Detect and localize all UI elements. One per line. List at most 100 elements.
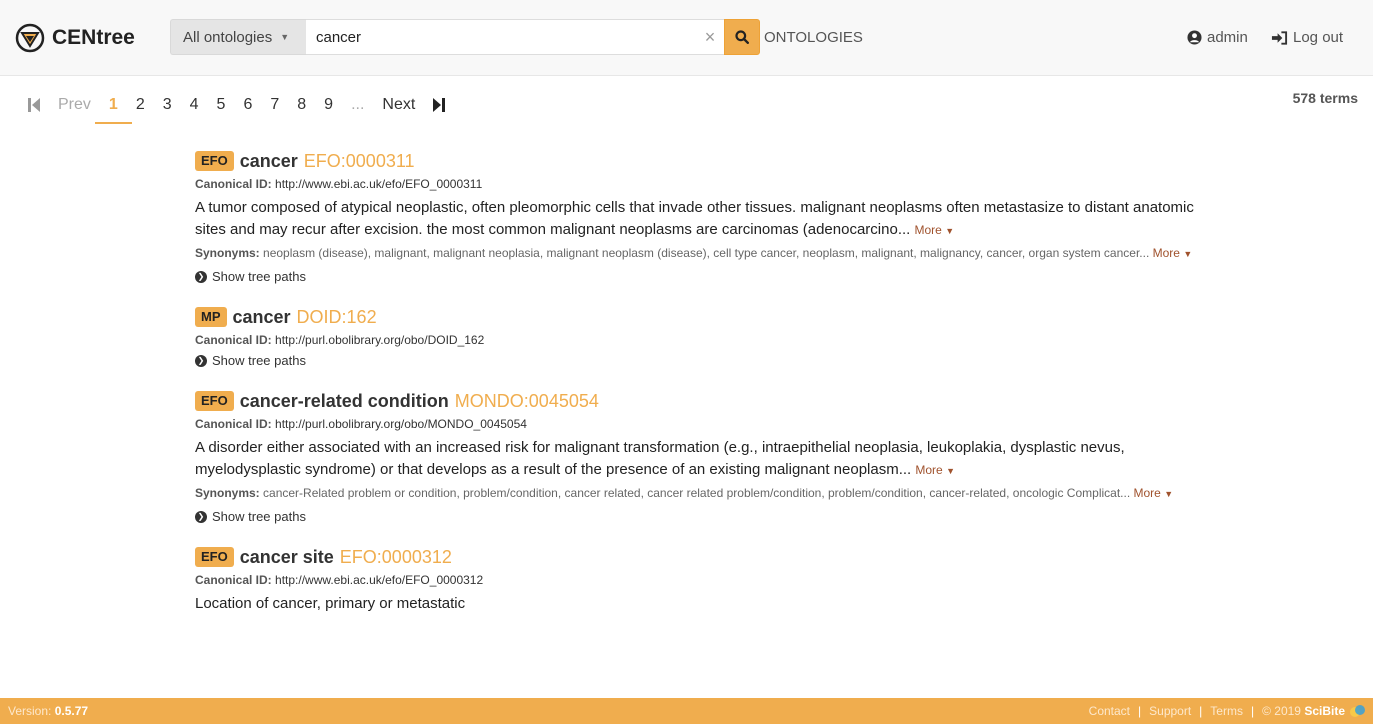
canonical-value: http://purl.obolibrary.org/obo/DOID_162 xyxy=(275,333,485,347)
result-title: EFO cancer EFO:0000311 xyxy=(195,150,1195,172)
page-6-button[interactable]: 6 xyxy=(243,96,252,114)
support-link[interactable]: Support xyxy=(1149,704,1191,718)
synonyms-more-link[interactable]: More ▼ xyxy=(1153,246,1193,260)
page-3-button[interactable]: 3 xyxy=(163,96,172,114)
canonical-id: Canonical ID: http://purl.obolibrary.org… xyxy=(195,333,1195,347)
admin-label: admin xyxy=(1207,29,1248,46)
term-label-link[interactable]: cancer site xyxy=(240,547,334,568)
more-label: More xyxy=(1133,486,1161,500)
synonyms-text: cancer-Related problem or condition, pro… xyxy=(263,486,1131,500)
term-id-link[interactable]: EFO:0000312 xyxy=(340,547,452,568)
term-label-link[interactable]: cancer xyxy=(233,307,291,328)
footer: Version: 0.5.77 Contact | Support | Term… xyxy=(0,698,1373,724)
page-9-button[interactable]: 9 xyxy=(324,96,333,114)
centree-logo-icon xyxy=(15,23,45,53)
synonyms-text: neoplasm (disease), malignant, malignant… xyxy=(263,246,1150,260)
term-id-link[interactable]: MONDO:0045054 xyxy=(455,391,599,412)
brand[interactable]: CENtree xyxy=(15,20,135,56)
show-tree-paths-link[interactable]: ❯ Show tree paths xyxy=(195,509,1195,524)
more-label: More xyxy=(914,223,942,237)
nav-admin-link[interactable]: admin xyxy=(1187,29,1248,46)
show-tree-paths-link[interactable]: ❯ Show tree paths xyxy=(195,353,1195,368)
version-number: 0.5.77 xyxy=(54,704,89,718)
search-input[interactable] xyxy=(306,19,696,55)
synonyms-label: Synonyms: xyxy=(195,486,260,500)
synonyms-more-link[interactable]: More ▼ xyxy=(1134,486,1174,500)
description-text: Location of cancer, primary or metastati… xyxy=(195,595,466,612)
ontology-badge: EFO xyxy=(195,151,234,171)
description-more-link[interactable]: More ▼ xyxy=(915,223,955,237)
ontology-badge: EFO xyxy=(195,391,234,411)
first-page-button[interactable] xyxy=(28,97,40,113)
logout-link[interactable]: Log out xyxy=(1271,29,1343,46)
result-item: EFO cancer-related condition MONDO:00450… xyxy=(195,390,1195,524)
synonyms-label: Synonyms: xyxy=(195,246,260,260)
pagination-ellipsis: ... xyxy=(351,96,365,113)
ontology-select[interactable]: All ontologies ▼ xyxy=(170,19,306,55)
contact-link[interactable]: Contact xyxy=(1089,704,1130,718)
result-item: EFO cancer EFO:0000311 Canonical ID: htt… xyxy=(195,150,1195,284)
clear-search-button[interactable]: × xyxy=(696,19,724,55)
footer-divider: | xyxy=(1138,704,1142,718)
page-5-button[interactable]: 5 xyxy=(217,96,226,114)
brand-name: CENtree xyxy=(52,26,135,49)
show-tree-label: Show tree paths xyxy=(212,269,306,284)
term-description: A tumor composed of atypical neoplastic,… xyxy=(195,197,1195,242)
page-4-button[interactable]: 4 xyxy=(190,96,199,114)
logout-label: Log out xyxy=(1293,29,1344,46)
description-more-link[interactable]: More ▼ xyxy=(915,463,955,477)
show-tree-label: Show tree paths xyxy=(212,353,306,368)
canonical-value: http://www.ebi.ac.uk/efo/EFO_0000311 xyxy=(275,177,483,191)
terms-link[interactable]: Terms xyxy=(1210,704,1243,718)
chevron-right-circle-icon: ❯ xyxy=(195,270,207,283)
canonical-label: Canonical ID: xyxy=(195,417,272,431)
ontology-select-label: All ontologies xyxy=(183,28,273,46)
last-page-button[interactable] xyxy=(433,97,446,113)
term-label-link[interactable]: cancer xyxy=(240,151,298,172)
term-count: 578 terms xyxy=(1292,90,1358,106)
show-tree-paths-link[interactable]: ❯ Show tree paths xyxy=(195,269,1195,284)
result-title: MP cancer DOID:162 xyxy=(195,306,1195,328)
term-id-link[interactable]: DOID:162 xyxy=(297,307,377,328)
navbar: CENtree All ontologies ▼ × ONTOLOGIES ad… xyxy=(0,0,1373,76)
prev-page-button[interactable]: Prev xyxy=(58,96,91,114)
ontology-badge: EFO xyxy=(195,547,234,567)
next-page-button[interactable]: Next xyxy=(382,96,415,114)
footer-links: Contact | Support | Terms | © 2019 SciBi… xyxy=(1089,698,1365,724)
company-name[interactable]: SciBite xyxy=(1304,704,1345,718)
nav-ontologies-link[interactable]: ONTOLOGIES xyxy=(764,29,863,46)
caret-down-icon: ▼ xyxy=(1164,489,1174,499)
canonical-label: Canonical ID: xyxy=(195,177,272,191)
result-item: EFO cancer site EFO:0000312 Canonical ID… xyxy=(195,546,1195,615)
caret-down-icon: ▼ xyxy=(280,32,290,42)
result-title: EFO cancer-related condition MONDO:00450… xyxy=(195,390,1195,412)
ontology-badge: MP xyxy=(195,307,227,327)
term-id-link[interactable]: EFO:0000311 xyxy=(304,151,415,172)
canonical-id: Canonical ID: http://www.ebi.ac.uk/efo/E… xyxy=(195,573,1195,587)
result-title: EFO cancer site EFO:0000312 xyxy=(195,546,1195,568)
page-8-button[interactable]: 8 xyxy=(297,96,306,114)
version-info: Version: 0.5.77 xyxy=(8,704,88,718)
canonical-id: Canonical ID: http://purl.obolibrary.org… xyxy=(195,417,1195,431)
term-description: A disorder either associated with an inc… xyxy=(195,437,1195,482)
last-page-icon xyxy=(433,98,446,112)
canonical-id: Canonical ID: http://www.ebi.ac.uk/efo/E… xyxy=(195,177,1195,191)
results-list: EFO cancer EFO:0000311 Canonical ID: htt… xyxy=(195,150,1195,637)
result-item: MP cancer DOID:162 Canonical ID: http://… xyxy=(195,306,1195,368)
canonical-label: Canonical ID: xyxy=(195,333,272,347)
term-label-link[interactable]: cancer-related condition xyxy=(240,391,449,412)
page-1-button[interactable]: 1 xyxy=(95,96,132,124)
search-button[interactable] xyxy=(724,19,760,55)
page-2-button[interactable]: 2 xyxy=(136,96,145,114)
close-icon: × xyxy=(704,26,716,47)
page-7-button[interactable]: 7 xyxy=(270,96,279,114)
first-page-icon xyxy=(28,98,40,112)
search-icon xyxy=(735,30,749,44)
show-tree-label: Show tree paths xyxy=(212,509,306,524)
canonical-value: http://purl.obolibrary.org/obo/MONDO_004… xyxy=(275,417,527,431)
search-group: All ontologies ▼ × xyxy=(170,19,760,55)
description-text: A disorder either associated with an inc… xyxy=(195,439,1125,478)
footer-divider: | xyxy=(1199,704,1203,718)
user-icon xyxy=(1187,30,1202,45)
chevron-right-circle-icon: ❯ xyxy=(195,354,207,367)
